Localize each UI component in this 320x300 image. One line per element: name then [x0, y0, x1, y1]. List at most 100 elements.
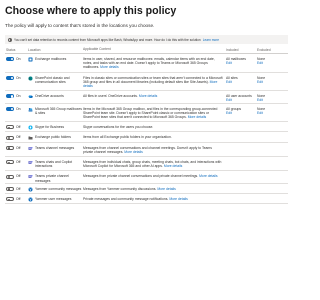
included-cell: All mailboxes Edit: [226, 54, 257, 72]
excluded-cell: [257, 171, 288, 182]
toggle-knob: [10, 107, 14, 110]
content-cell: Files in classic sites or communication …: [83, 73, 226, 91]
content-cell: Messages from private channel conversati…: [83, 171, 226, 182]
included-edit-link[interactable]: Edit: [226, 111, 257, 115]
more-details-link[interactable]: More details: [124, 150, 142, 154]
column-header-excluded: Excluded: [257, 48, 271, 52]
location-name: Microsoft 365 Group mailboxes & sites: [35, 106, 82, 115]
excluded-cell: [257, 143, 288, 156]
policy-locations-page: Choose where to apply this policy The po…: [0, 0, 293, 300]
status-toggle[interactable]: [6, 187, 14, 192]
page-subtitle: The policy will apply to content that's …: [5, 23, 155, 28]
excluded-cell: [257, 122, 288, 131]
excluded-edit-link[interactable]: Edit: [257, 80, 288, 84]
included-cell: [226, 157, 257, 170]
status-toggle[interactable]: [6, 106, 14, 111]
teams-icon: [28, 160, 33, 165]
toggle-knob: [7, 175, 10, 179]
excluded-cell: [257, 184, 288, 193]
content-description: Private messages and community message n…: [83, 197, 169, 202]
info-bar-link[interactable]: Learn more: [203, 38, 219, 42]
status-label: On: [16, 75, 21, 80]
status-cell: Off: [5, 132, 28, 141]
toggle-knob: [7, 198, 10, 201]
excluded-cell: None Edit: [257, 104, 288, 122]
included-cell: [226, 184, 257, 193]
more-details-link[interactable]: More details: [139, 94, 157, 98]
excluded-cell: None Edit: [257, 73, 288, 91]
status-toggle[interactable]: [6, 197, 14, 202]
included-edit-link[interactable]: Edit: [226, 61, 257, 65]
excluded-cell: [257, 194, 288, 203]
toggle-knob: [7, 126, 10, 130]
status-toggle[interactable]: [6, 94, 14, 99]
content-cell: All files in users' OneDrive accounts. M…: [83, 91, 226, 102]
excluded-cell: None Edit: [257, 91, 288, 102]
excluded-cell: [257, 157, 288, 170]
excluded-edit-link[interactable]: Edit: [257, 98, 288, 102]
content-cell: Messages from individual chats, group ch…: [83, 157, 226, 170]
included-cell: All sites Edit: [226, 73, 257, 91]
included-edit-link[interactable]: Edit: [226, 80, 257, 84]
teams-icon: [28, 146, 33, 151]
content-cell: Items in the Microsoft 365 Group mailbox…: [83, 104, 226, 122]
table-row: Off Teams chats and Copilot interactions M…: [5, 157, 288, 172]
groups-icon: [28, 107, 33, 112]
more-details-link[interactable]: More details: [164, 164, 182, 168]
included-edit-link[interactable]: Edit: [226, 98, 257, 102]
included-cell: [226, 194, 257, 203]
status-toggle[interactable]: [6, 135, 14, 140]
location-name: SharePoint classic and communication sit…: [35, 75, 70, 84]
table-row: On Microsoft 365 Group mailboxes & sites I…: [5, 104, 288, 123]
excluded-edit-link[interactable]: Edit: [257, 61, 288, 65]
content-description: Messages from channel conversations and …: [83, 145, 212, 154]
excluded-edit-link[interactable]: Edit: [257, 111, 288, 115]
status-toggle[interactable]: [6, 174, 14, 179]
content-description: Files in classic sites or communication …: [83, 75, 223, 84]
more-details-link[interactable]: More details: [100, 65, 118, 69]
status-cell: On: [5, 91, 28, 102]
status-toggle[interactable]: [6, 160, 14, 165]
status-toggle[interactable]: [6, 125, 14, 130]
status-cell: Off: [5, 143, 28, 156]
yammer-icon: [28, 197, 33, 202]
location-name: Yammer user messages: [35, 197, 72, 202]
excluded-cell: [257, 132, 288, 141]
teams-icon: [28, 174, 33, 179]
location-name: Teams channel messages: [35, 145, 75, 150]
table-row: Off Yammer user messages Private messages …: [5, 194, 288, 205]
content-cell: Skype conversations for the users you ch…: [83, 122, 226, 131]
status-label: Off: [16, 145, 21, 150]
info-bar-text: You can't set data retention to records …: [14, 37, 201, 42]
location-name: Exchange mailboxes: [35, 57, 67, 61]
more-details-link[interactable]: More details: [199, 174, 217, 178]
table-body: On Exchange mailboxes Items in user, share…: [5, 54, 288, 205]
location-name: Exchange public folders: [35, 135, 72, 140]
column-header-included: Included: [226, 48, 239, 52]
status-cell: Off: [5, 194, 28, 203]
toggle-knob: [10, 76, 14, 79]
location-name: OneDrive accounts: [35, 94, 64, 99]
included-cell: All groups Edit: [226, 104, 257, 122]
status-label: Off: [16, 135, 21, 140]
location-name: Teams chats and Copilot interactions: [35, 160, 73, 169]
more-details-link[interactable]: More details: [157, 187, 175, 191]
locations-table: Status Location Applicable Content Inclu…: [5, 47, 288, 205]
status-toggle[interactable]: [6, 57, 14, 62]
exchange-icon: [28, 57, 33, 62]
table-row: Off Yammer community messages Messages fro…: [5, 184, 288, 195]
info-bar: You can't set data retention to records …: [5, 35, 288, 44]
more-details-link[interactable]: More details: [188, 115, 206, 119]
location-cell: Skype for Business: [28, 122, 83, 131]
status-label: Off: [16, 186, 21, 191]
status-toggle[interactable]: [6, 145, 14, 150]
status-toggle[interactable]: [6, 75, 14, 80]
more-details-link[interactable]: More details: [169, 197, 187, 201]
location-cell: Teams chats and Copilot interactions: [28, 157, 83, 170]
included-cell: [226, 171, 257, 182]
location-cell: OneDrive accounts: [28, 91, 83, 102]
location-name: Yammer community messages: [35, 186, 82, 191]
content-cell: Items from all Exchange public folders i…: [83, 132, 226, 141]
content-description: Messages from individual chats, group ch…: [83, 160, 222, 169]
location-cell: Exchange mailboxes: [28, 54, 83, 72]
